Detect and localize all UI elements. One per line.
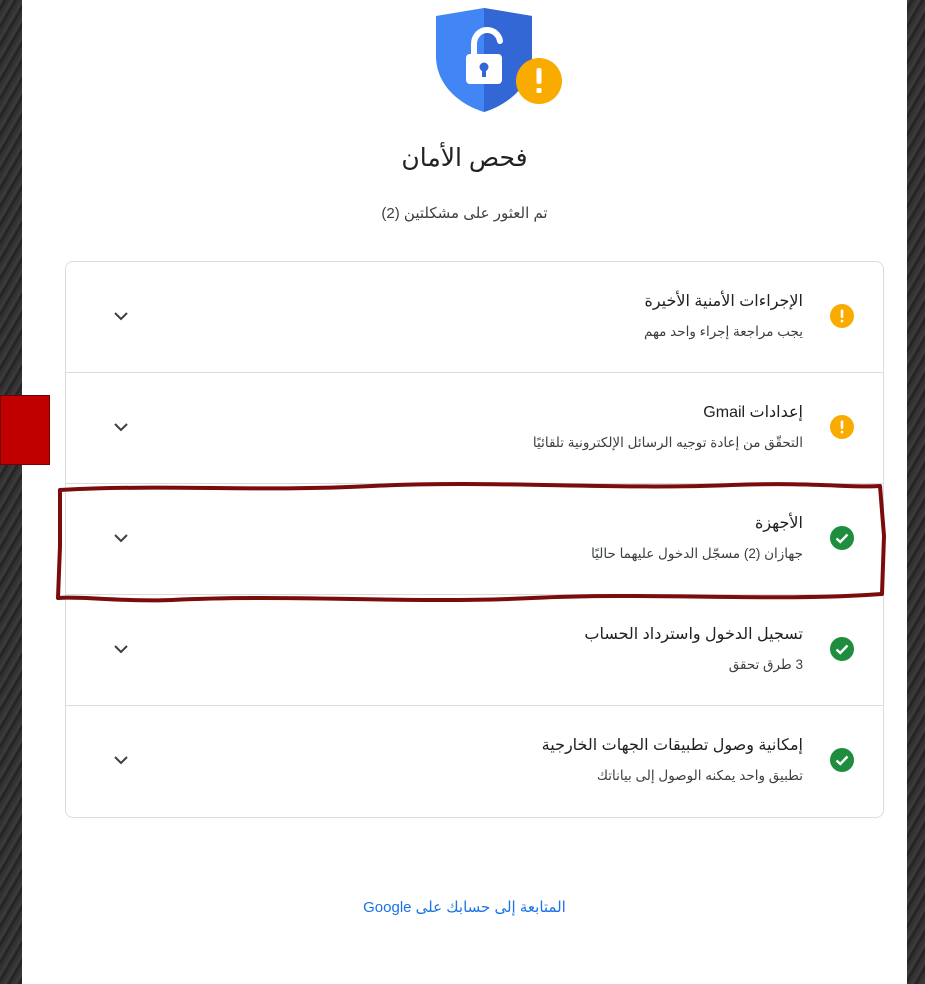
row-title: الإجراءات الأمنية الأخيرة: [644, 293, 803, 310]
check-circle-icon: [830, 637, 854, 661]
row-description: جهازان (2) مسجّل الدخول عليهما حاليًا: [591, 546, 803, 561]
row-title: تسجيل الدخول واسترداد الحساب: [584, 626, 803, 643]
left-dark-border: [0, 0, 22, 984]
chevron-down-icon[interactable]: [111, 639, 131, 659]
shield-lock-warning-icon: [432, 8, 572, 112]
chevron-down-icon[interactable]: [111, 306, 131, 326]
row-description: 3 طرق تحقق: [728, 657, 803, 672]
chevron-down-icon[interactable]: [111, 417, 131, 437]
check-circle-icon: [830, 748, 854, 772]
page-title: فحص الأمان: [401, 144, 528, 172]
checkup-row-devices[interactable]: الأجهزة جهازان (2) مسجّل الدخول عليهما ح…: [66, 484, 883, 595]
check-circle-icon: [830, 526, 854, 550]
checkup-row-sign-in-recovery[interactable]: تسجيل الدخول واسترداد الحساب 3 طرق تحقق: [66, 595, 883, 706]
row-title: إمكانية وصول تطبيقات الجهات الخارجية: [541, 737, 803, 754]
row-title: إعدادات Gmail: [703, 404, 803, 421]
checkup-row-gmail-settings[interactable]: إعدادات Gmail التحقّق من إعادة توجيه الر…: [66, 373, 883, 484]
security-checkup-page: فحص الأمان تم العثور على مشكلتين (2) الإ…: [22, 0, 907, 984]
issues-summary: تم العثور على مشكلتين (2): [381, 205, 548, 222]
right-dark-border: [907, 0, 925, 984]
warning-icon: [830, 415, 854, 439]
row-description: التحقّق من إعادة توجيه الرسائل الإلكترون…: [532, 435, 803, 450]
continue-to-account-link[interactable]: المتابعة إلى حسابك على Google: [22, 898, 907, 916]
checkup-card: الإجراءات الأمنية الأخيرة يجب مراجعة إجر…: [65, 261, 884, 818]
row-description: يجب مراجعة إجراء واحد مهم: [643, 324, 803, 339]
checkup-row-third-party-access[interactable]: إمكانية وصول تطبيقات الجهات الخارجية تطب…: [66, 706, 883, 817]
chevron-down-icon[interactable]: [111, 528, 131, 548]
row-description: تطبيق واحد يمكنه الوصول إلى بياناتك: [596, 768, 803, 783]
warning-icon: [830, 304, 854, 328]
row-title: الأجهزة: [754, 515, 803, 532]
checkup-row-recent-security-activity[interactable]: الإجراءات الأمنية الأخيرة يجب مراجعة إجر…: [66, 262, 883, 373]
chevron-down-icon[interactable]: [111, 750, 131, 770]
annotation-red-box: [0, 395, 50, 465]
